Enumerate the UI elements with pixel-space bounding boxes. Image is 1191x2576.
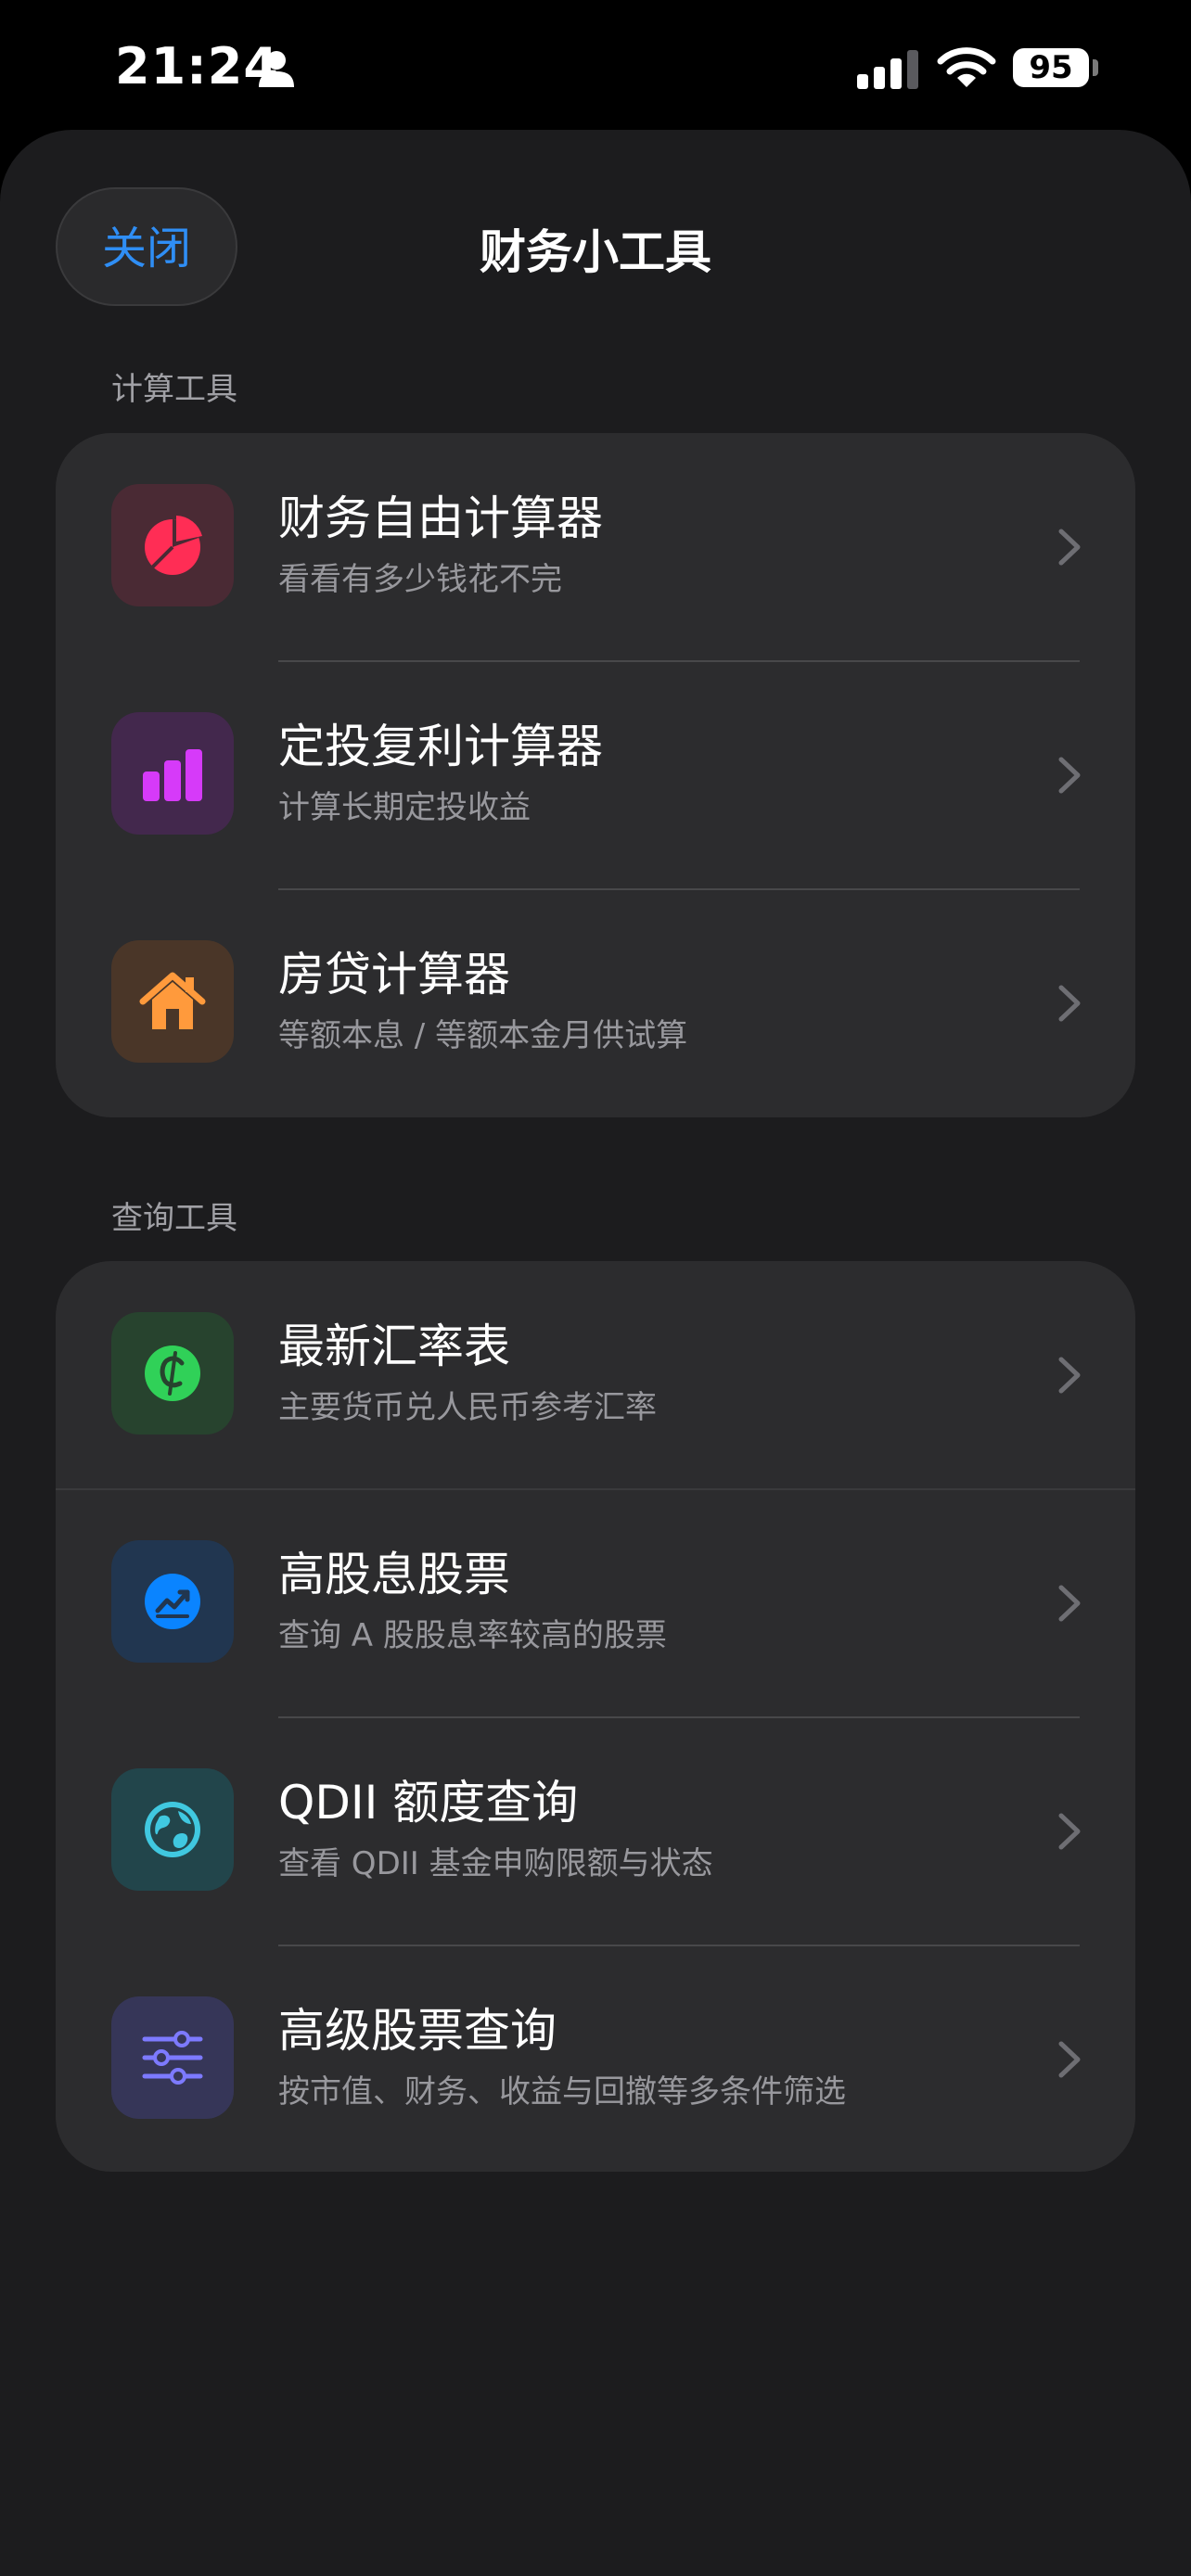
- group-calc-tools: 财务自由计算器 看看有多少钱花不完 定投复利计算器 计算长期定投收益 房贷计算器…: [56, 433, 1135, 1117]
- chevron-right-icon: [1058, 529, 1081, 566]
- item-title: 财务自由计算器: [278, 491, 603, 545]
- page-title: 财务小工具: [480, 225, 711, 279]
- stock-chart-icon: [145, 1574, 200, 1629]
- item-subtitle: 按市值、财务、收益与回撤等多条件筛选: [278, 2073, 846, 2111]
- globe-icon: [145, 1802, 200, 1857]
- item-subtitle: 查询 A 股股息率较高的股票: [278, 1617, 667, 1654]
- item-title: 最新汇率表: [278, 1320, 510, 1373]
- list-item-advanced-stock[interactable]: 高级股票查询 按市值、财务、收益与回撤等多条件筛选: [56, 1945, 1135, 2174]
- chevron-right-icon: [1058, 1813, 1081, 1850]
- chevron-right-icon: [1058, 985, 1081, 1022]
- status-time: 21:24: [115, 37, 279, 96]
- group-query-tools: 最新汇率表 主要货币兑人民币参考汇率 高股息股票 查询 A 股股息率较高的股票: [56, 1261, 1135, 2172]
- sliders-icon: [142, 2031, 203, 2085]
- list-item-mortgage[interactable]: 房贷计算器 等额本息 / 等额本金月供试算: [56, 889, 1135, 1117]
- item-subtitle: 查看 QDII 基金申购限额与状态: [278, 1845, 713, 1882]
- item-title: 定投复利计算器: [278, 720, 603, 773]
- item-title: 高级股票查询: [278, 2004, 557, 2058]
- item-title: 房贷计算器: [278, 948, 510, 1001]
- item-title: 高股息股票: [278, 1548, 510, 1601]
- list-item-high-dividend[interactable]: 高股息股票 查询 A 股股息率较高的股票: [56, 1489, 1135, 1717]
- chevron-right-icon: [1058, 1357, 1081, 1394]
- item-subtitle: 主要货币兑人民币参考汇率: [278, 1389, 657, 1426]
- section-label-query: 查询工具: [111, 1200, 237, 1237]
- chevron-right-icon: [1058, 757, 1081, 794]
- battery-icon: 95: [1013, 46, 1102, 91]
- status-bar: 21:24 95: [0, 0, 1191, 130]
- pie-chart-icon: [145, 516, 202, 575]
- currency-icon: [145, 1345, 200, 1401]
- modal-sheet: 关闭 财务小工具 计算工具 财务自由计算器 看看有多少钱花不完 定投复利计算器 …: [0, 130, 1191, 2576]
- chevron-right-icon: [1058, 1585, 1081, 1622]
- person-icon: [259, 51, 294, 87]
- chevron-right-icon: [1058, 2041, 1081, 2078]
- bar-chart-icon: [143, 749, 202, 801]
- signal-icon: [857, 50, 918, 89]
- list-item-financial-freedom[interactable]: 财务自由计算器 看看有多少钱花不完: [56, 433, 1135, 661]
- list-item-dca-compound[interactable]: 定投复利计算器 计算长期定投收益: [56, 661, 1135, 889]
- item-title: QDII 额度查询: [278, 1776, 579, 1830]
- list-item-exchange-rate[interactable]: 最新汇率表 主要货币兑人民币参考汇率: [56, 1261, 1135, 1489]
- item-subtitle: 看看有多少钱花不完: [278, 561, 562, 598]
- house-icon: [139, 972, 206, 1029]
- item-subtitle: 等额本息 / 等额本金月供试算: [278, 1017, 688, 1054]
- section-label-calc: 计算工具: [111, 371, 237, 408]
- item-subtitle: 计算长期定投收益: [278, 789, 531, 826]
- wifi-icon: [937, 47, 996, 87]
- list-item-qdii-quota[interactable]: QDII 额度查询 查看 QDII 基金申购限额与状态: [56, 1717, 1135, 1945]
- battery-level: 95: [1013, 48, 1089, 87]
